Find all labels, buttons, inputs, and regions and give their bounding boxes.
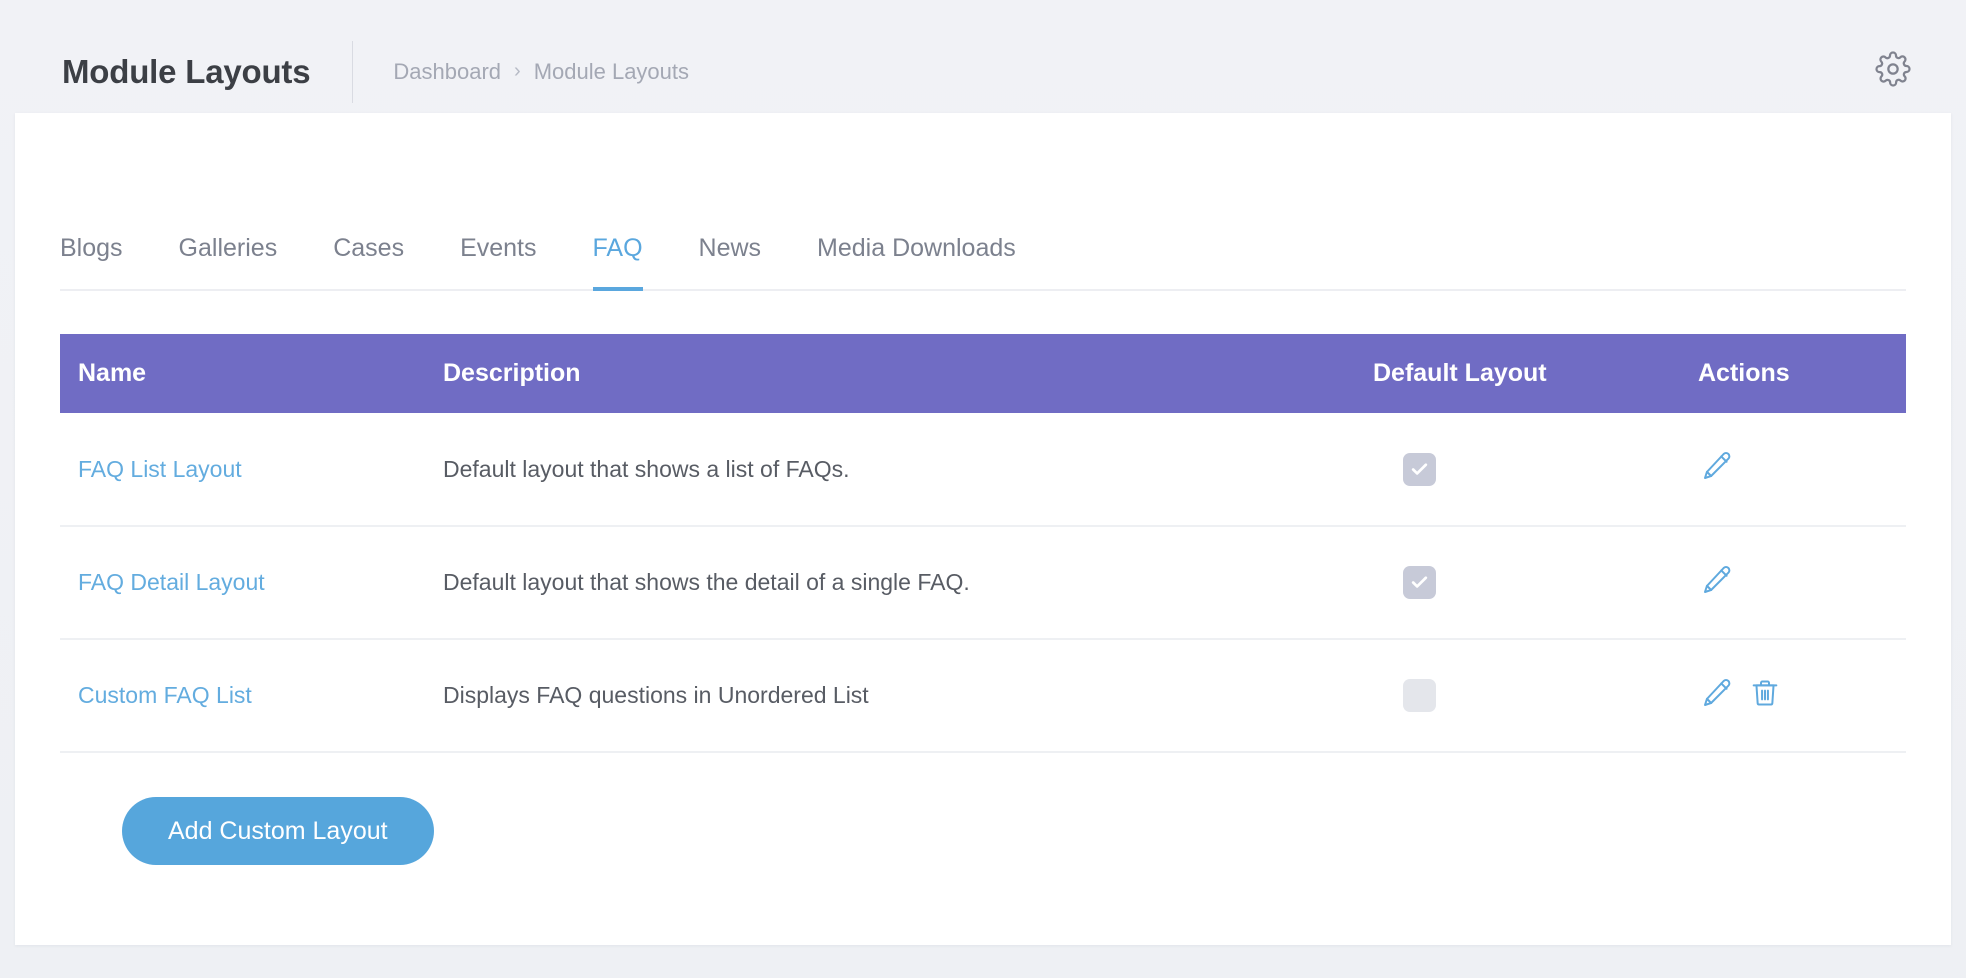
table-header-row: Name Description Default Layout Actions <box>60 334 1906 413</box>
cell-name: FAQ List Layout <box>60 413 425 527</box>
row-actions <box>1698 564 1906 602</box>
edit-icon <box>1701 564 1733 602</box>
table-body: FAQ List Layout Default layout that show… <box>60 413 1906 753</box>
check-icon <box>1411 462 1428 475</box>
cell-description: Default layout that shows a list of FAQs… <box>425 413 1355 527</box>
cell-actions <box>1680 413 1906 527</box>
tab-news[interactable]: News <box>699 234 762 289</box>
default-layout-checkbox[interactable] <box>1403 452 1436 486</box>
column-header-default-layout: Default Layout <box>1355 334 1680 413</box>
tab-blogs[interactable]: Blogs <box>60 234 123 289</box>
check-icon <box>1411 576 1428 588</box>
edit-button[interactable] <box>1700 452 1734 486</box>
tab-galleries[interactable]: Galleries <box>179 234 278 289</box>
tab-cases[interactable]: Cases <box>333 234 404 289</box>
edit-icon <box>1701 450 1733 488</box>
layout-link-custom-faq-list[interactable]: Custom FAQ List <box>78 682 252 708</box>
tab-media-downloads[interactable]: Media Downloads <box>817 234 1016 289</box>
page-title: Module Layouts <box>62 52 311 90</box>
breadcrumb-item-dashboard[interactable]: Dashboard <box>393 59 501 85</box>
table-row: Custom FAQ List Displays FAQ questions i… <box>60 639 1906 753</box>
cell-actions <box>1680 639 1906 753</box>
column-header-name: Name <box>60 334 425 413</box>
module-tabs: Blogs Galleries Cases Events FAQ News Me… <box>60 113 1906 291</box>
delete-icon <box>1749 677 1781 715</box>
breadcrumb-separator-icon: › <box>514 60 521 82</box>
table-row: FAQ List Layout Default layout that show… <box>60 413 1906 527</box>
header-divider <box>352 40 354 103</box>
edit-icon <box>1701 677 1733 715</box>
table-head: Name Description Default Layout Actions <box>60 334 1906 413</box>
cell-name: Custom FAQ List <box>60 639 425 753</box>
layout-link-faq-list-layout[interactable]: FAQ List Layout <box>78 456 242 482</box>
breadcrumb-item-current: Module Layouts <box>533 58 690 84</box>
column-header-actions: Actions <box>1680 334 1906 413</box>
layouts-table: Name Description Default Layout Actions … <box>60 334 1906 753</box>
cell-actions <box>1680 526 1906 640</box>
layout-link-faq-detail-layout[interactable]: FAQ Detail Layout <box>78 569 265 595</box>
settings-button[interactable] <box>1872 51 1914 93</box>
default-layout-checkbox[interactable] <box>1403 679 1436 712</box>
cell-default-layout <box>1355 639 1680 753</box>
layouts-table-container: Name Description Default Layout Actions … <box>60 334 1906 865</box>
table-row: FAQ Detail Layout Default layout that sh… <box>60 526 1906 640</box>
default-layout-checkbox[interactable] <box>1403 566 1436 599</box>
cell-description: Default layout that shows the detail of … <box>425 526 1355 640</box>
cell-default-layout <box>1355 526 1680 640</box>
row-actions <box>1698 677 1906 715</box>
edit-button[interactable] <box>1700 564 1734 602</box>
cell-description: Displays FAQ questions in Unordered List <box>425 639 1355 753</box>
column-header-description: Description <box>425 334 1355 413</box>
edit-button[interactable] <box>1700 677 1734 715</box>
tab-events[interactable]: Events <box>460 234 536 289</box>
breadcrumb: Dashboard › Module Layouts <box>393 59 689 85</box>
add-custom-layout-button[interactable]: Add Custom Layout <box>122 797 434 865</box>
gear-icon <box>1875 51 1911 92</box>
tab-faq[interactable]: FAQ <box>592 234 643 291</box>
cell-default-layout <box>1355 413 1680 527</box>
content-card: Blogs Galleries Cases Events FAQ News Me… <box>15 113 1951 945</box>
delete-button[interactable] <box>1748 679 1782 713</box>
row-actions <box>1698 452 1906 486</box>
cell-name: FAQ Detail Layout <box>60 526 425 640</box>
